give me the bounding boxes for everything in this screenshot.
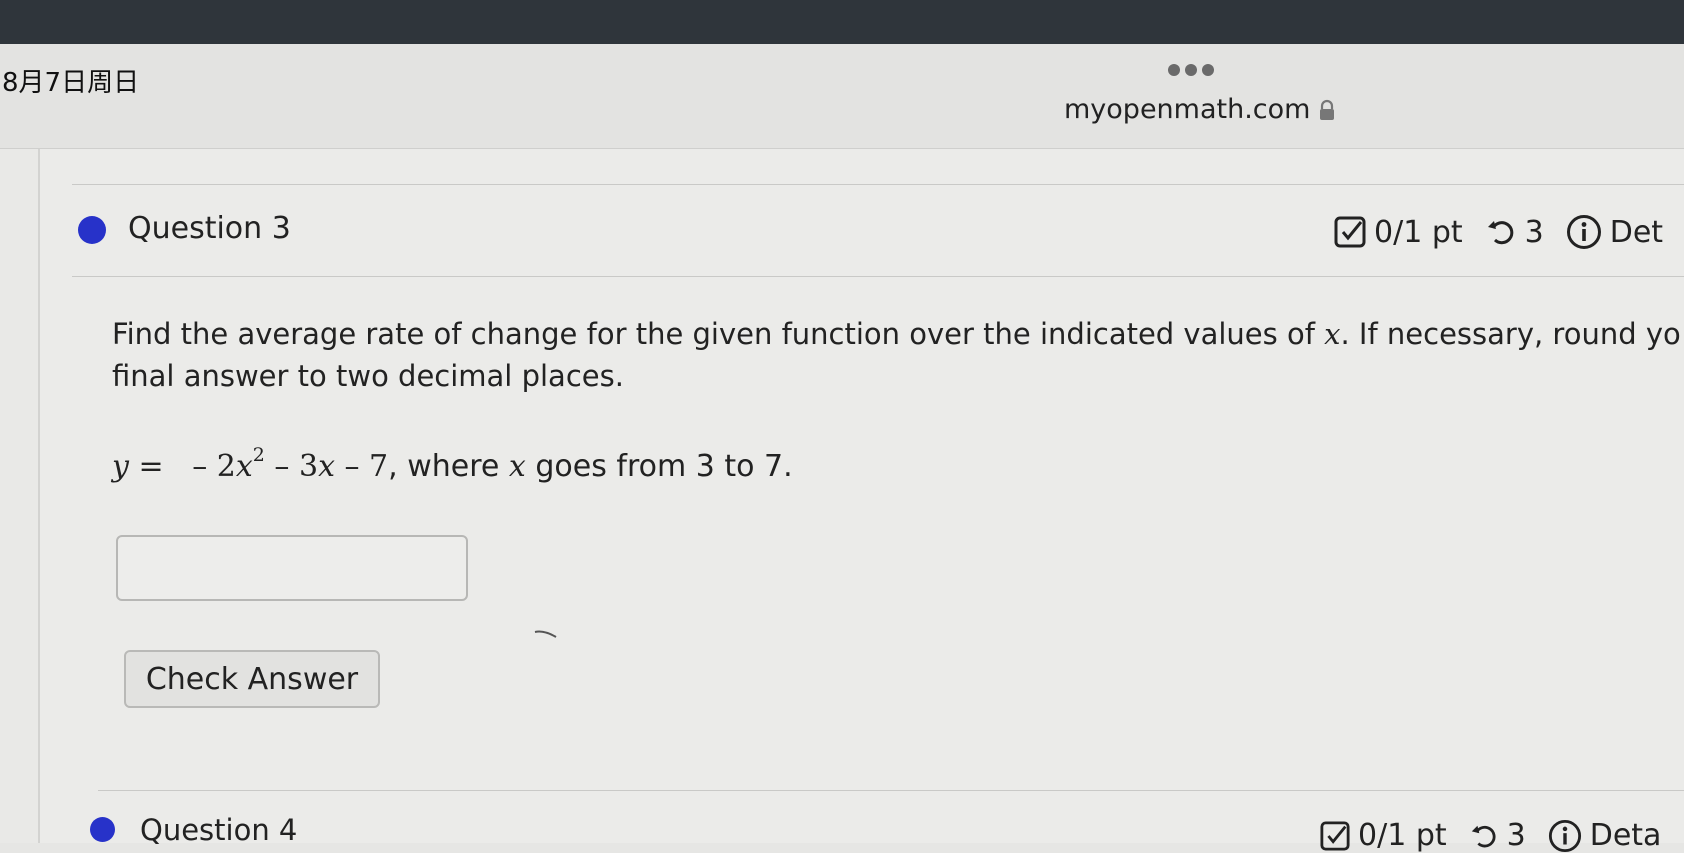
- score-text: 0/1 pt: [1358, 818, 1447, 853]
- prompt-line-2: final answer to two decimal places.: [112, 359, 624, 393]
- formula-equals: =: [138, 449, 164, 484]
- question-prompt: Find the average rate of change for the …: [112, 313, 1684, 397]
- pen-mark: [534, 630, 557, 638]
- score-text: 0/1 pt: [1374, 214, 1463, 250]
- divider: [72, 184, 1684, 185]
- formula-suffix: goes from 3 to 7.: [525, 449, 793, 484]
- divider: [98, 790, 1684, 791]
- checkbox-score-icon: [1320, 820, 1350, 851]
- retry-count: 3: [1506, 818, 1526, 853]
- answer-input[interactable]: [116, 535, 468, 601]
- prompt-variable: x: [1324, 317, 1341, 351]
- formula-term: – 7: [334, 449, 389, 484]
- question-meta: 0/1 pt 3 Deta: [1320, 818, 1661, 853]
- formula-lhs: y: [112, 449, 129, 484]
- details-link[interactable]: Deta: [1590, 818, 1662, 853]
- function-formula: y = – 2x2 – 3x – 7, where x goes from 3 …: [112, 444, 793, 484]
- status-bar: 8月7日周日 myopenmath.com: [0, 44, 1684, 149]
- question-status-dot: [90, 817, 115, 842]
- retry-icon[interactable]: [1469, 821, 1499, 851]
- formula-var: x: [235, 449, 253, 484]
- check-answer-button[interactable]: Check Answer: [124, 650, 380, 708]
- divider: [72, 276, 1684, 277]
- page-content: [40, 149, 1684, 843]
- formula-term: – 2: [192, 449, 236, 484]
- checkbox-score-icon: [1334, 216, 1366, 248]
- prompt-text: Find the average rate of change for the …: [112, 317, 1325, 351]
- info-icon[interactable]: [1548, 819, 1582, 853]
- question-meta: 0/1 pt 3 Det: [1334, 214, 1663, 250]
- top-bezel: [0, 0, 1684, 44]
- retry-icon[interactable]: [1485, 216, 1517, 248]
- more-options-icon[interactable]: [1168, 64, 1214, 76]
- url-text: myopenmath.com: [1064, 94, 1311, 125]
- retry-count: 3: [1524, 214, 1544, 250]
- question-status-dot: [78, 216, 106, 244]
- status-date: 8月7日周日: [2, 68, 140, 98]
- formula-term: – 3: [264, 449, 319, 484]
- details-link[interactable]: Det: [1610, 215, 1663, 250]
- lock-icon: [1320, 99, 1335, 120]
- formula-suffix: , where: [388, 449, 509, 484]
- prompt-line-1: Find the average rate of change for the …: [112, 313, 1684, 355]
- formula-var: x: [318, 449, 335, 484]
- formula-exponent: 2: [252, 444, 265, 466]
- formula-var: x: [508, 449, 526, 484]
- question-title: Question 4: [140, 813, 298, 847]
- prompt-text: . If necessary, round yo: [1340, 317, 1681, 351]
- address-bar[interactable]: myopenmath.com: [1064, 94, 1336, 125]
- info-icon[interactable]: [1566, 214, 1602, 250]
- left-rail: [0, 149, 40, 843]
- question-title: Question 3: [128, 211, 291, 246]
